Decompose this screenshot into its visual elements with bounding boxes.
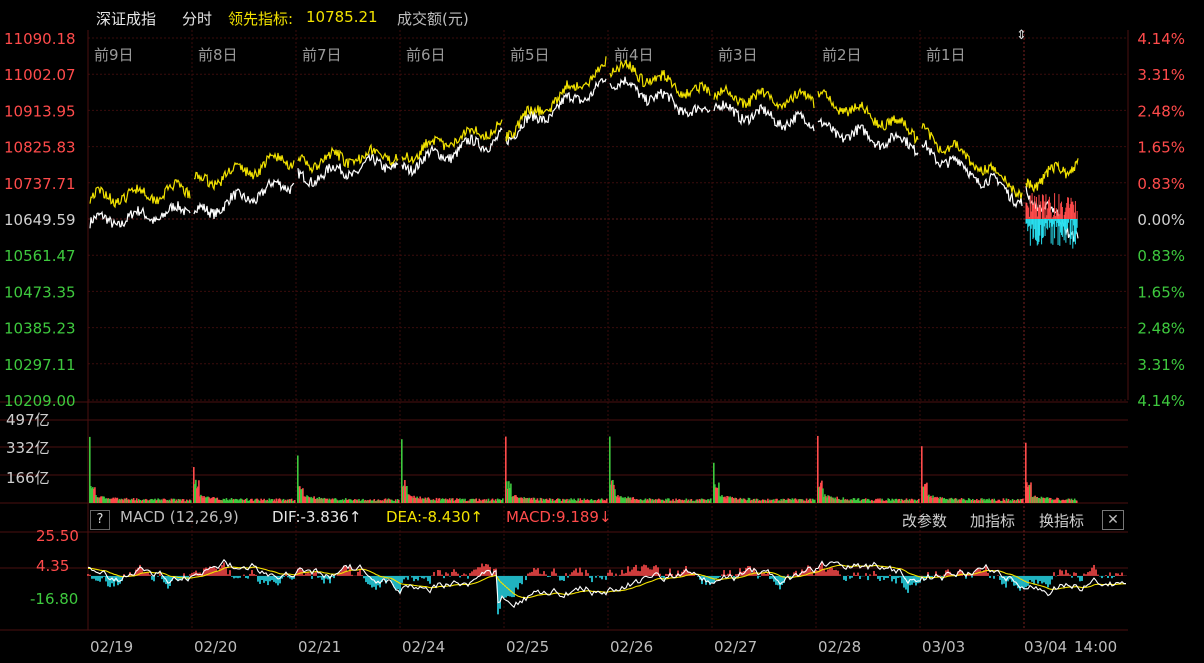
volume-bar [1021, 498, 1024, 503]
volume-bar [1075, 500, 1078, 503]
volume-bar [293, 499, 296, 503]
macd-tick: 4.35 [36, 557, 69, 575]
time-label: 02/28 [818, 638, 861, 656]
macd-dif: DIF:-3.836↑ [272, 508, 362, 526]
day-labels: 前9日 前8日 前7日 前6日 前5日 前4日 前3日 前2日 前1日 [94, 46, 966, 64]
add-indicator-button[interactable]: 加指标 [970, 510, 1015, 531]
volume-bar [397, 499, 400, 503]
index-name[interactable]: 深证成指 [96, 8, 156, 30]
day-label: 前1日 [926, 46, 966, 64]
price-tick: 11002.07 [4, 66, 76, 84]
time-label: 02/25 [506, 638, 549, 656]
volume-tick: 332亿 [6, 439, 50, 457]
percent-tick: 0.83% [1137, 175, 1185, 193]
volume-bar [605, 498, 608, 503]
time-label: 14:00 [1074, 638, 1117, 656]
time-label: 03/04 [1024, 638, 1067, 656]
pin-icon[interactable]: ⇕ [1016, 28, 1027, 43]
close-icon[interactable]: ✕ [1102, 510, 1124, 530]
time-label: 02/20 [194, 638, 237, 656]
time-label: 02/27 [714, 638, 757, 656]
volume-bar [709, 498, 712, 503]
percent-tick: 0.00% [1137, 211, 1185, 229]
price-axis-left: 11090.18 11002.07 10913.95 10825.83 10737.71… [4, 30, 76, 410]
dif-line [87, 558, 1126, 609]
volume-axis: 497亿 332亿 166亿 [6, 411, 50, 487]
percent-tick: 1.65% [1137, 283, 1185, 301]
time-label: 02/19 [90, 638, 133, 656]
price-tick: 10561.47 [4, 247, 76, 265]
price-line [89, 201, 191, 229]
volume-tick: 166亿 [6, 469, 50, 487]
day-label: 前9日 [94, 46, 134, 64]
help-icon[interactable]: ? [90, 510, 110, 530]
price-tick: 10913.95 [4, 102, 76, 120]
day-label: 前3日 [718, 46, 758, 64]
chart-canvas: 11090.18 11002.07 10913.95 10825.83 10737.71… [0, 30, 1185, 656]
day-label: 前7日 [302, 46, 342, 64]
day-label: 前4日 [614, 46, 654, 64]
volume-label: 成交额(元) [397, 10, 469, 28]
percent-tick: 3.31% [1137, 66, 1185, 84]
price-tick: 10385.23 [4, 320, 76, 338]
percent-tick: 4.14% [1137, 392, 1185, 410]
mode-label[interactable]: 分时 [182, 8, 212, 30]
switch-indicator-button[interactable]: 换指标 [1039, 510, 1084, 531]
percent-tick: 1.65% [1137, 139, 1185, 157]
macd-title[interactable]: MACD (12,26,9) [120, 508, 239, 532]
macd-tick: -16.80 [30, 590, 78, 608]
price-line [505, 77, 607, 146]
day-label: 前8日 [198, 46, 238, 64]
price-line [921, 140, 1023, 209]
price-line [817, 116, 919, 157]
leading-line [1025, 158, 1079, 193]
grid [0, 30, 1129, 631]
price-tick: 11090.18 [4, 30, 76, 48]
percent-axis-right: 4.14% 3.31% 2.48% 1.65% 0.83% 0.00% 0.83% 1.65%… [1137, 30, 1185, 410]
leading-value: 10785.21 [306, 8, 378, 26]
time-label: 03/03 [922, 638, 965, 656]
price-line [713, 100, 815, 132]
price-lines [89, 56, 1079, 249]
macd-dea: DEA:-8.430↑ [386, 508, 484, 526]
leading-line [505, 56, 607, 142]
volume-bar [813, 499, 816, 503]
day-label: 前6日 [406, 46, 446, 64]
volume-bars [89, 435, 1078, 503]
price-tick: 10737.71 [4, 175, 76, 193]
leading-line [921, 122, 1023, 199]
macd-tick: 25.50 [36, 527, 79, 545]
day-label: 前2日 [822, 46, 862, 64]
percent-tick: 4.14% [1137, 30, 1185, 48]
percent-tick: 2.48% [1137, 320, 1185, 338]
percent-tick: 3.31% [1137, 356, 1185, 374]
time-label: 02/26 [610, 638, 653, 656]
leading-label: 领先指标: [228, 10, 294, 28]
price-tick: 10649.59 [4, 211, 76, 229]
price-tick: 10473.35 [4, 283, 76, 301]
percent-tick: 2.48% [1137, 102, 1185, 120]
volume-bar [501, 498, 504, 503]
price-tick: 10825.83 [4, 139, 76, 157]
macd-value: MACD:9.189↓ [506, 508, 612, 526]
price-tick: 10209.00 [4, 392, 76, 410]
time-label: 02/24 [402, 638, 445, 656]
leading-line [89, 178, 191, 209]
volume-bar [189, 500, 192, 503]
volume-bar [917, 498, 920, 503]
volume-tick: 497亿 [6, 411, 50, 429]
edit-params-button[interactable]: 改参数 [902, 510, 947, 531]
time-label: 02/21 [298, 638, 341, 656]
leading-line [713, 83, 815, 111]
price-tick: 10297.11 [4, 356, 76, 374]
time-axis: 02/19 02/20 02/21 02/24 02/25 02/26 02/27 02/28… [90, 638, 1117, 656]
day-label: 前5日 [510, 46, 550, 64]
percent-tick: 0.83% [1137, 247, 1185, 265]
